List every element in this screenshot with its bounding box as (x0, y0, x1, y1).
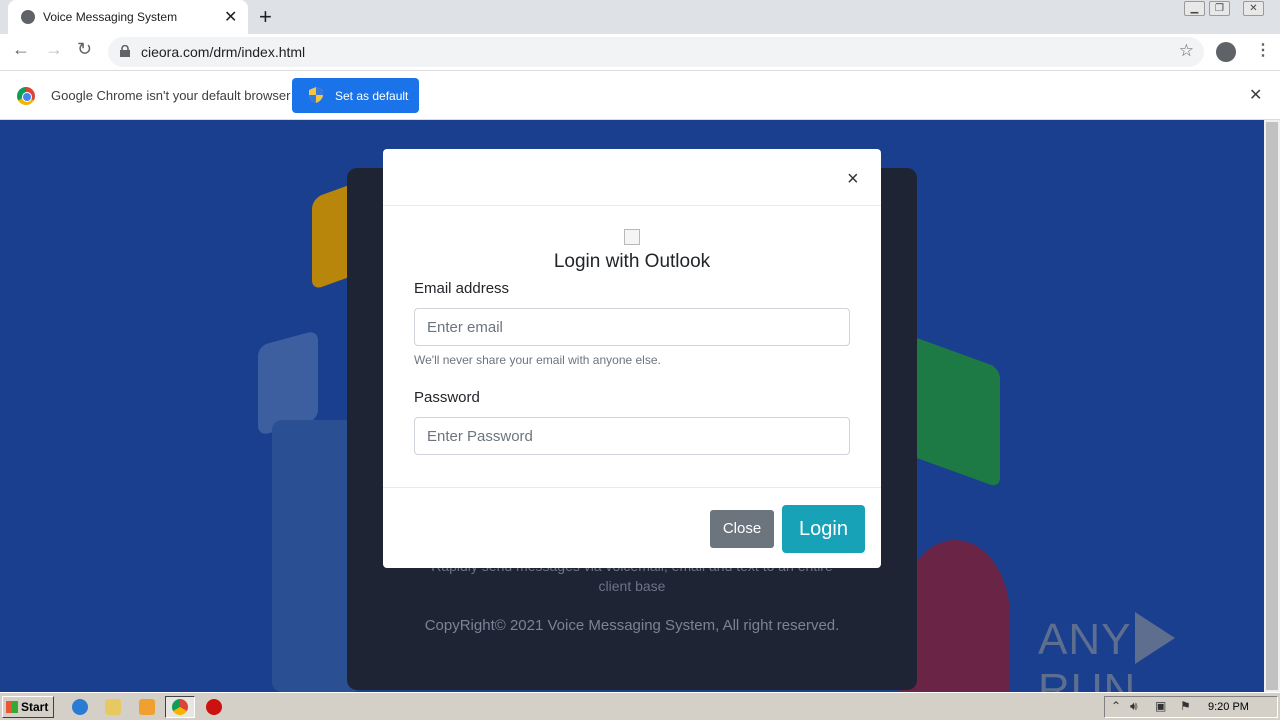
restore-icon[interactable]: ❐ (1209, 1, 1230, 16)
address-bar[interactable]: cieora.com/drm/index.html ☆ (108, 37, 1204, 67)
anyrun-watermark: ANYRUN (1038, 612, 1264, 692)
modal-title: Login with Outlook (553, 251, 711, 272)
back-icon[interactable]: ← (12, 39, 30, 60)
forward-icon[interactable]: → (45, 39, 63, 60)
tab-title: Voice Messaging System (43, 10, 178, 24)
action-center-flag-icon[interactable]: ⚑ (1180, 699, 1191, 713)
tab-close-icon[interactable]: ✕ (224, 7, 237, 27)
infobar-message: Google Chrome isn't your default browser (51, 88, 291, 103)
new-tab-button[interactable]: + (259, 4, 272, 30)
password-label: Password (414, 389, 480, 406)
broken-image-icon (624, 229, 640, 245)
tab-strip: Voice Messaging System ✕ + ▁ ❐ ✕ (0, 0, 1280, 34)
tray-expand-icon[interactable]: ⌃ (1111, 699, 1121, 713)
profile-icon[interactable] (1216, 42, 1236, 62)
start-label: Start (21, 700, 49, 714)
internet-explorer-icon[interactable] (72, 699, 88, 715)
watermark-text: RUN (1038, 665, 1137, 692)
menu-icon[interactable]: ⋮ (1255, 40, 1271, 60)
taskbar-chrome-button[interactable] (165, 696, 195, 718)
login-modal: × Login with Outlook Email address We'll… (383, 149, 881, 568)
close-button[interactable]: Close (710, 510, 774, 548)
windows-flag-icon (6, 701, 18, 713)
windows-taskbar: Start ⌃ 🔊︎ ▣ ⚑ 9:20 PM (0, 692, 1280, 720)
url-text: cieora.com/drm/index.html (141, 44, 306, 60)
bookmark-star-icon[interactable]: ☆ (1179, 41, 1194, 61)
folder-icon[interactable] (105, 699, 121, 715)
default-browser-infobar: Google Chrome isn't your default browser… (0, 71, 1280, 120)
window-close-icon[interactable]: ✕ (1243, 1, 1264, 16)
chrome-icon (172, 699, 188, 715)
page-scrollbar[interactable] (1264, 120, 1280, 692)
modal-header: × (383, 149, 881, 206)
volume-icon[interactable]: 🔊︎ (1130, 699, 1138, 714)
shield-icon (309, 87, 323, 103)
minimize-icon[interactable]: ▁ (1184, 1, 1205, 16)
modal-close-icon[interactable]: × (847, 168, 859, 191)
browser-tab[interactable]: Voice Messaging System ✕ (8, 0, 248, 34)
reload-icon[interactable]: ↻ (77, 39, 92, 60)
media-player-icon[interactable] (139, 699, 155, 715)
set-as-default-label: Set as default (335, 89, 409, 103)
infobar-close-icon[interactable]: ✕ (1249, 85, 1262, 105)
set-as-default-button[interactable]: Set as default (292, 78, 419, 113)
clock: 9:20 PM (1208, 701, 1249, 713)
watermark-text: ANY (1038, 615, 1132, 664)
play-icon (1135, 612, 1176, 664)
start-button[interactable]: Start (2, 696, 54, 718)
lock-icon (120, 45, 130, 57)
email-input[interactable] (414, 308, 850, 346)
password-input[interactable] (414, 417, 850, 455)
copyright-text: CopyRight© 2021 Voice Messaging System, … (424, 617, 840, 634)
network-icon[interactable]: ▣ (1155, 699, 1166, 713)
background-description: client base (598, 578, 666, 594)
scrollbar-thumb[interactable] (1266, 122, 1278, 690)
email-label: Email address (414, 280, 510, 297)
modal-footer: Close Login (383, 487, 881, 568)
globe-icon (21, 10, 35, 24)
login-button[interactable]: Login (782, 505, 865, 553)
opera-icon[interactable] (206, 699, 222, 715)
chrome-logo-icon (17, 87, 35, 105)
browser-toolbar: ← → ↻ cieora.com/drm/index.html ☆ ⋮ (0, 34, 1280, 71)
email-help-text: We'll never share your email with anyone… (414, 353, 661, 367)
